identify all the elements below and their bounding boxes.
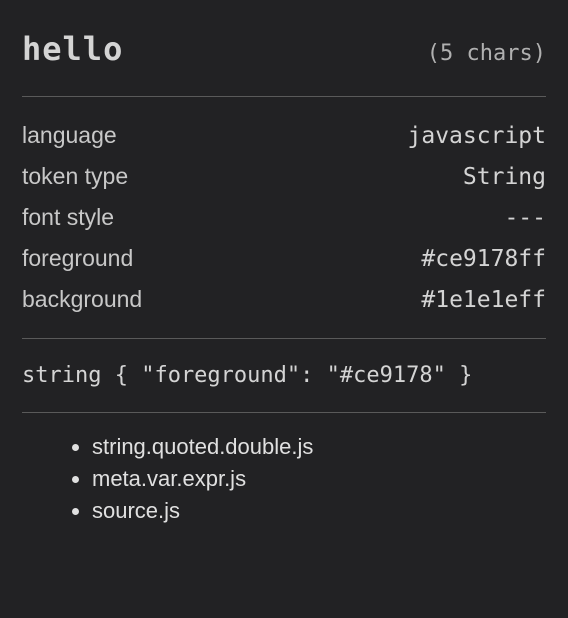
char-count: (5 chars) [427,41,546,66]
prop-label: foreground [22,245,133,272]
prop-row-token-type: token type String [22,156,546,197]
divider [22,96,546,97]
divider [22,412,546,413]
prop-label: font style [22,204,114,231]
scope-item: string.quoted.double.js [92,431,546,463]
prop-row-background: background #1e1e1eff [22,279,546,320]
prop-label: token type [22,163,128,190]
prop-row-font-style: font style --- [22,197,546,238]
scope-list: string.quoted.double.js meta.var.expr.js… [22,419,546,527]
token-header: hello (5 chars) [22,20,546,90]
property-list: language javascript token type String fo… [22,103,546,332]
prop-label: background [22,286,142,313]
token-text: hello [22,30,123,68]
prop-row-foreground: foreground #ce9178ff [22,238,546,279]
prop-label: language [22,122,117,149]
scope-item: source.js [92,495,546,527]
prop-value: String [463,164,546,190]
theme-rule: string { "foreground": "#ce9178" } [22,345,546,406]
prop-value: #ce9178ff [421,246,546,272]
divider [22,338,546,339]
prop-value: #1e1e1eff [421,287,546,313]
prop-value: javascript [408,123,546,149]
scope-item: meta.var.expr.js [92,463,546,495]
prop-value: --- [504,205,546,231]
prop-row-language: language javascript [22,115,546,156]
